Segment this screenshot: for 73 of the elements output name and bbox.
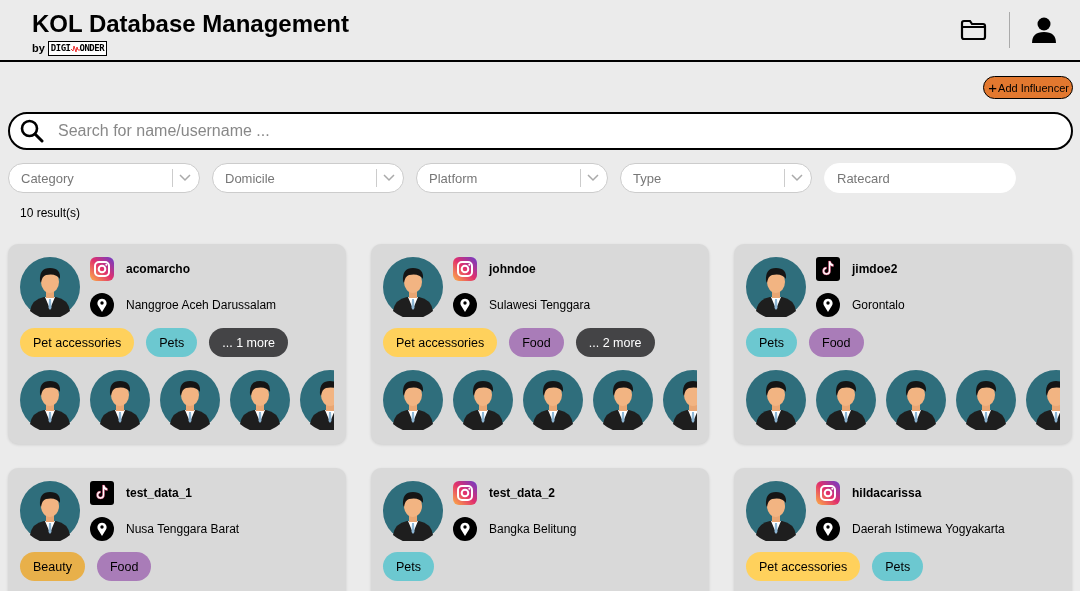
location-text: Nusa Tenggara Barat: [126, 522, 240, 536]
avatar-drawing: [20, 481, 80, 541]
filter-dropdown[interactable]: Category: [8, 163, 200, 193]
location-pin-icon: [453, 517, 477, 541]
avatar-drawing: [383, 257, 443, 317]
app-title: KOL Database Management: [32, 9, 349, 38]
folder-icon[interactable]: [960, 19, 987, 41]
category-tag: Pets: [746, 328, 797, 357]
username: hildacarissa: [852, 486, 922, 500]
location-pin-icon: [90, 293, 114, 317]
avatar-drawing: [886, 370, 946, 430]
avatar-drawing: [593, 370, 653, 430]
category-tag: Pet accessories: [746, 552, 861, 581]
chevron-down-icon: [383, 174, 395, 182]
category-tag: Pets: [146, 328, 198, 357]
instagram-icon: [453, 257, 477, 281]
avatar-drawing: [453, 370, 513, 430]
avatar-drawing: [20, 257, 80, 317]
username: johndoe: [489, 262, 536, 276]
filter-dropdown[interactable]: Platform: [416, 163, 608, 193]
location-text: Daerah Istimewa Yogyakarta: [852, 522, 1005, 536]
more-tags-chip[interactable]: ... 1 more: [209, 328, 289, 357]
username: jimdoe2: [852, 262, 898, 276]
user-icon[interactable]: [1032, 17, 1056, 43]
avatar-drawing: [383, 481, 443, 541]
avatar-drawing: [746, 481, 806, 541]
avatar-drawing: [230, 370, 290, 430]
location-text: Nanggroe Aceh Darussalam: [126, 298, 277, 312]
avatar-drawing: [816, 370, 876, 430]
brand-logo: DIGI ONDER: [47, 40, 108, 56]
search-icon: [20, 119, 44, 143]
category-tag: Pets: [383, 552, 434, 581]
add-influencer-button[interactable]: +Add Influencer: [983, 76, 1073, 99]
category-tag: Food: [509, 328, 564, 357]
category-tag: Beauty: [20, 552, 85, 581]
instagram-icon: [453, 481, 477, 505]
location-pin-icon: [453, 293, 477, 317]
filter-dropdown[interactable]: Domicile: [212, 163, 404, 193]
byline-text: by: [32, 42, 45, 54]
chevron-down-icon: [791, 174, 803, 182]
avatar-drawing: [956, 370, 1016, 430]
chevron-down-icon: [587, 174, 599, 182]
location-pin-icon: [90, 517, 114, 541]
instagram-icon: [90, 257, 114, 281]
avatar-drawing: [160, 370, 220, 430]
category-tag: Pets: [872, 552, 924, 581]
location-pin-icon: [816, 517, 840, 541]
avatar-drawing: [90, 370, 150, 430]
location-text: Sulawesi Tenggara: [489, 298, 591, 312]
username: test_data_2: [489, 486, 556, 500]
location-text: Gorontalo: [852, 298, 905, 312]
more-tags-chip[interactable]: ... 2 more: [575, 328, 655, 357]
avatar-drawing: [523, 370, 583, 430]
search-field[interactable]: Search for name/username ...: [8, 112, 1073, 150]
instagram-icon: [816, 481, 840, 505]
tiktok-icon: [816, 257, 840, 281]
category-tag: Food: [96, 552, 152, 581]
tiktok-icon: [90, 481, 114, 505]
avatar-drawing: [746, 257, 806, 317]
location-text: Bangka Belitung: [489, 522, 577, 536]
avatar-drawing: [20, 370, 80, 430]
category-tag: Pet accessories: [383, 328, 498, 357]
category-tag: Pet accessories: [20, 328, 135, 357]
username: test_data_1: [126, 486, 193, 500]
ratecard-field[interactable]: Ratecard: [824, 163, 1016, 193]
avatar-drawing: [746, 370, 806, 430]
username: acomarcho: [126, 262, 191, 276]
filter-dropdown[interactable]: Type: [620, 163, 812, 193]
chevron-down-icon: [179, 174, 191, 182]
location-pin-icon: [816, 293, 840, 317]
category-tag: Food: [809, 328, 864, 357]
result-count: 10 result(s): [20, 206, 81, 220]
avatar-drawing: [383, 370, 443, 430]
